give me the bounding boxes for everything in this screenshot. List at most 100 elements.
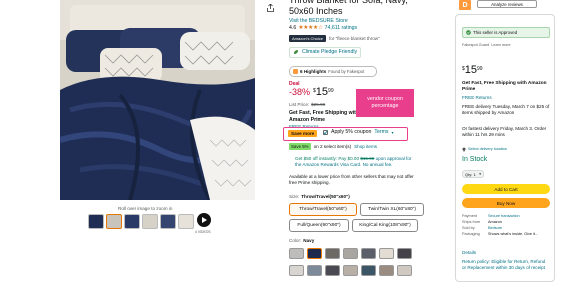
size-option-king[interactable]: King/Cal King(108"x90") bbox=[352, 219, 418, 232]
share-icon[interactable] bbox=[267, 4, 274, 12]
quantity-select[interactable]: Qty: 1 ▾ bbox=[462, 170, 484, 178]
details-link[interactable]: Details bbox=[462, 250, 476, 256]
fakespot-highlights[interactable]: 6 Highlights Found by Fakespot bbox=[289, 66, 377, 77]
detail-value: Shows what's inside. Give it... bbox=[488, 232, 539, 236]
color-row: Color: Navy bbox=[289, 238, 314, 244]
stock-status: In Stock bbox=[462, 156, 488, 163]
videos-label: 4 VIDEOS bbox=[195, 230, 211, 234]
thumbnail-image[interactable] bbox=[178, 214, 194, 229]
size-option-label: Full/Queen(90"x90") bbox=[297, 223, 341, 228]
return-policy[interactable]: Return policy: Eligible for Return, Refu… bbox=[462, 259, 550, 271]
coupon-checkbox[interactable] bbox=[323, 129, 328, 135]
size-value: Throw/Travel(50"x60") bbox=[301, 194, 350, 199]
color-swatch[interactable] bbox=[361, 248, 376, 259]
color-swatch[interactable] bbox=[325, 248, 340, 259]
buybox-shipping: Get Fast, Free Shipping with Amazon Prim… bbox=[462, 81, 547, 92]
list-price-label: List Price: bbox=[289, 102, 310, 107]
thumbnail-image[interactable] bbox=[106, 214, 122, 229]
buybox-delivery: FREE delivery Tuesday, March 7 on $25 of… bbox=[462, 104, 550, 115]
color-swatch[interactable] bbox=[397, 248, 412, 259]
size-option-label: Twin/Twin XL(60"x80") bbox=[368, 207, 416, 212]
size-option-throw[interactable]: Throw/Travel(50"x60") bbox=[289, 203, 357, 216]
card-offer-price: $0.00 bbox=[347, 156, 360, 161]
annotation-text: vendor coupon percentage bbox=[367, 96, 403, 109]
thumbnail-image[interactable] bbox=[88, 214, 104, 229]
fakespot-guard-row: Fakespot Guard Learn more bbox=[462, 42, 511, 48]
select-location-row[interactable]: Select delivery location bbox=[462, 146, 507, 152]
amazons-choice-query: for "fleece blanket throw" bbox=[329, 35, 380, 41]
card-offer-prefix: Get $50 off instantly: Pay bbox=[295, 156, 347, 161]
coupon-terms-link[interactable]: Terms bbox=[374, 129, 388, 136]
color-swatch[interactable] bbox=[343, 265, 358, 276]
save-5-text: on 2 select item(s) bbox=[313, 143, 352, 149]
thumbnail-image[interactable] bbox=[124, 214, 140, 229]
blanket-photo bbox=[60, 0, 255, 200]
coupon-label: Apply 5% coupon bbox=[331, 129, 372, 135]
color-swatch[interactable] bbox=[379, 248, 394, 259]
annotation-box: vendor coupon percentage bbox=[356, 89, 414, 117]
list-price-row: List Price: $25.99 bbox=[289, 102, 325, 108]
shop-items-link[interactable]: Shop items bbox=[354, 144, 377, 150]
lower-price-copy: Available at a lower price from other se… bbox=[289, 174, 414, 185]
buybox-details-table: Payment Secure transaction Ships from Am… bbox=[462, 213, 552, 237]
chevron-down-icon: ▾ bbox=[391, 129, 394, 135]
color-swatch[interactable] bbox=[325, 265, 340, 276]
size-label: Size: bbox=[289, 194, 300, 199]
learn-more-link[interactable]: Learn more bbox=[491, 42, 510, 48]
color-swatch[interactable] bbox=[289, 265, 304, 276]
coupon-row: Apply 5% coupon Terms ▾ bbox=[323, 129, 394, 136]
analyze-reviews-button[interactable]: Analyze reviews bbox=[477, 0, 537, 8]
star-rating-icon[interactable]: ★★★★☆ bbox=[298, 25, 323, 32]
add-to-cart-button[interactable]: Add to Cart bbox=[462, 184, 550, 194]
price-row: -38% $ 15 99 bbox=[289, 87, 334, 98]
size-option-twin[interactable]: Twin/Twin XL(60"x80") bbox=[360, 203, 424, 216]
size-option-full-queen[interactable]: Full/Queen(90"x90") bbox=[289, 219, 349, 232]
color-swatch[interactable] bbox=[379, 265, 394, 276]
size-option-label: Throw/Travel(50"x60") bbox=[299, 207, 347, 212]
color-value: Navy bbox=[303, 238, 315, 243]
discount-percent: -38% bbox=[289, 87, 311, 97]
detail-label: Packaging bbox=[462, 232, 480, 236]
amazons-choice-badge: Amazon's Choice bbox=[289, 35, 326, 42]
thumbnail-image[interactable] bbox=[160, 214, 176, 229]
price-fraction: 99 bbox=[328, 88, 334, 94]
list-price-value: $25.99 bbox=[311, 102, 326, 107]
store-link[interactable]: Visit the BEDSURE Store bbox=[289, 18, 348, 25]
quantity-value: Qty: 1 bbox=[465, 171, 476, 177]
amazons-choice-row: Amazon's Choice for "fleece blanket thro… bbox=[289, 35, 380, 42]
location-pin-icon bbox=[462, 147, 466, 152]
buy-now-button[interactable]: Buy Now bbox=[462, 198, 550, 208]
color-label: Color: bbox=[289, 238, 302, 243]
size-row: Size: Throw/Travel(50"x60") bbox=[289, 194, 350, 200]
zoom-caption: Roll over image to zoom in bbox=[118, 206, 173, 211]
rating-row: 4.6 ★★★★☆ 74,611 ratings bbox=[289, 25, 357, 32]
buybox-returns-link[interactable]: FREE Returns bbox=[462, 95, 492, 101]
seller-approved-banner: This seller is Approved bbox=[462, 27, 550, 38]
color-swatch[interactable] bbox=[307, 265, 322, 276]
color-swatch[interactable] bbox=[307, 248, 322, 259]
fakespot-grade[interactable]: D bbox=[459, 0, 471, 10]
size-option-label: King/Cal King(108"x90") bbox=[359, 223, 411, 228]
save-5-badge: Save 5% bbox=[289, 143, 311, 150]
lower-price-text: Available at a lower price from other se… bbox=[289, 174, 414, 186]
price: $ 15 99 bbox=[313, 87, 334, 98]
climate-pledge-row[interactable]: Climate Pledge Friendly bbox=[289, 47, 362, 58]
highlights-source: Found by Fakespot bbox=[328, 69, 365, 74]
color-swatch[interactable] bbox=[343, 248, 358, 259]
play-icon bbox=[202, 217, 207, 223]
ratings-count-link[interactable]: 74,611 ratings bbox=[325, 25, 358, 32]
seller-approved-text: This seller is Approved bbox=[473, 30, 518, 35]
rating-value: 4.6 bbox=[289, 25, 297, 31]
video-thumbnail[interactable] bbox=[197, 213, 211, 227]
buybox-fastest: Or fastest delivery Friday, March 3. Ord… bbox=[462, 126, 547, 137]
buybox-price: $ 15 99 bbox=[462, 65, 483, 76]
product-title: Throw Blanket for Sofa, Navy, 50x60 Inch… bbox=[289, 0, 408, 16]
color-swatch[interactable] bbox=[289, 248, 304, 259]
leaf-icon bbox=[294, 50, 298, 55]
thumbnail-image[interactable] bbox=[142, 214, 158, 229]
check-icon bbox=[323, 130, 328, 135]
detail-row: Packaging Shows what's inside. Give it..… bbox=[462, 231, 552, 237]
color-swatch[interactable] bbox=[397, 265, 412, 276]
color-swatch[interactable] bbox=[361, 265, 376, 276]
main-product-image[interactable] bbox=[60, 0, 255, 200]
